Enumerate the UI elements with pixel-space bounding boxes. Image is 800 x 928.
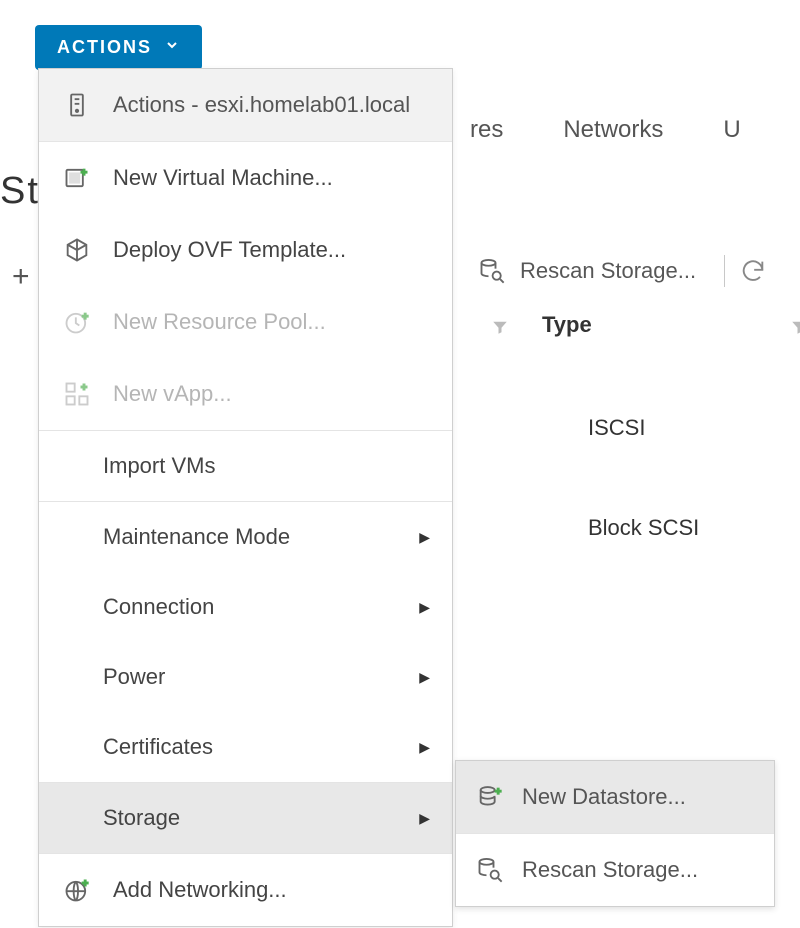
submenu-item-label: Rescan Storage... (522, 857, 698, 883)
menu-item-label: New Resource Pool... (113, 309, 326, 335)
menu-item-label: New Virtual Machine... (113, 165, 333, 191)
menu-header: Actions - esxi.homelab01.local (39, 69, 452, 142)
clock-plus-icon (63, 308, 91, 336)
globe-plus-icon (63, 876, 91, 904)
column-header-type[interactable]: Type (542, 312, 592, 338)
menu-item-maintenance[interactable]: Maintenance Mode (39, 501, 452, 572)
rescan-storage-action[interactable]: Rescan Storage... (478, 255, 767, 287)
divider (724, 255, 725, 287)
menu-item-deploy-ovf[interactable]: Deploy OVF Template... (39, 214, 452, 286)
menu-item-certificates[interactable]: Certificates (39, 712, 452, 782)
section-heading-fragment: St (0, 170, 40, 213)
actions-menu: Actions - esxi.homelab01.local New Virtu… (38, 68, 453, 927)
cell-block-scsi: Block SCSI (588, 515, 699, 541)
vm-plus-icon (63, 164, 91, 192)
cell-iscsi: ISCSI (588, 415, 645, 441)
chevron-down-icon (164, 37, 180, 58)
filter-icon[interactable] (491, 318, 509, 341)
actions-label: ACTIONS (57, 37, 152, 58)
menu-item-label: Deploy OVF Template... (113, 237, 346, 263)
db-search-icon (476, 856, 504, 884)
menu-item-label: Certificates (103, 734, 213, 760)
refresh-icon[interactable] (739, 257, 767, 285)
host-icon (63, 91, 91, 119)
db-plus-icon (476, 783, 504, 811)
menu-header-label: Actions - esxi.homelab01.local (113, 92, 410, 118)
menu-item-label: New vApp... (113, 381, 232, 407)
filter-icon[interactable] (790, 318, 800, 341)
menu-item-new-vm[interactable]: New Virtual Machine... (39, 142, 452, 214)
submenu-item-new-datastore[interactable]: New Datastore... (456, 761, 774, 834)
db-search-icon (478, 257, 506, 285)
menu-item-new-resource-pool: New Resource Pool... (39, 286, 452, 358)
menu-item-new-vapp: New vApp... (39, 358, 452, 430)
menu-item-power[interactable]: Power (39, 642, 452, 712)
menu-item-add-networking[interactable]: Add Networking... (39, 853, 452, 926)
submenu-item-rescan-storage[interactable]: Rescan Storage... (456, 834, 774, 906)
submenu-item-label: New Datastore... (522, 784, 686, 810)
menu-item-label: Connection (103, 594, 214, 620)
menu-item-connection[interactable]: Connection (39, 572, 452, 642)
tab-networks[interactable]: Networks (563, 116, 663, 144)
menu-item-import-vms[interactable]: Import VMs (39, 430, 452, 501)
menu-item-label: Storage (103, 805, 180, 831)
menu-item-label: Add Networking... (113, 877, 287, 903)
cube-icon (63, 236, 91, 264)
tab-res-fragment[interactable]: res (470, 116, 503, 144)
menu-item-label: Import VMs (103, 453, 215, 479)
grid-plus-icon (63, 380, 91, 408)
add-icon[interactable]: + (12, 260, 30, 294)
storage-submenu: New Datastore... Rescan Storage... (455, 760, 775, 907)
tab-u-fragment[interactable]: U (723, 116, 740, 144)
menu-item-label: Power (103, 664, 165, 690)
menu-item-label: Maintenance Mode (103, 524, 290, 550)
rescan-label: Rescan Storage... (520, 258, 696, 284)
actions-button[interactable]: ACTIONS (35, 25, 202, 70)
menu-item-storage[interactable]: Storage (39, 782, 452, 853)
